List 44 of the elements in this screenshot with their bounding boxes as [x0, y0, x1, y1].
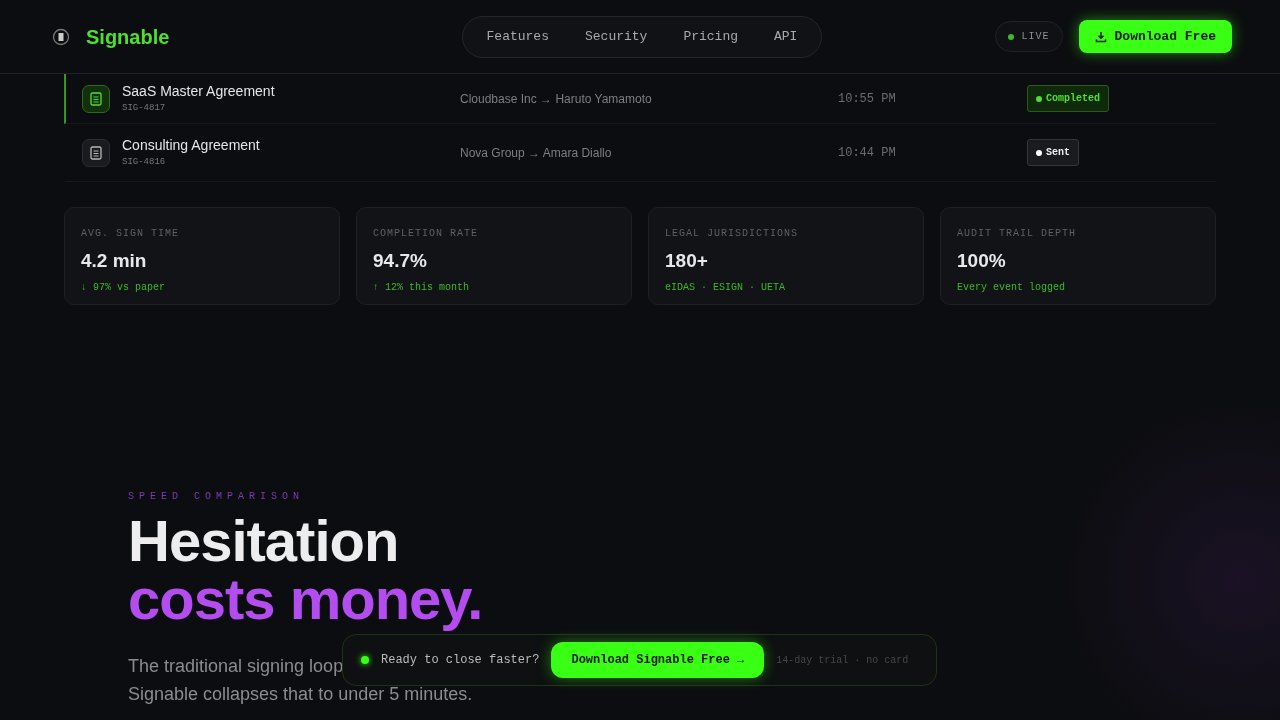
stat-note: eIDAS · ESIGN · UETA [665, 280, 787, 295]
brand-name[interactable]: Signable [86, 21, 170, 52]
heading: Hesitation [128, 512, 400, 570]
document-title: SaaS Master Agreement [122, 82, 276, 102]
document-id: SIG-4816 [122, 156, 167, 170]
download-button[interactable]: Download Free [1078, 19, 1232, 54]
document-icon [82, 84, 110, 113]
document-parties: Nova Group → Amara Diallo [460, 144, 613, 162]
stat-value: 4.2 min [81, 249, 148, 273]
nav-link[interactable]: Pricing [665, 26, 756, 47]
stat-note: ↑ 12% this month [373, 280, 470, 295]
arrow-icon: → [737, 653, 745, 667]
stat-note: ↓ 97% vs paper [81, 280, 166, 295]
section-eyebrow: SPEED COMPARISON [128, 490, 305, 504]
status-badge: Completed [1027, 85, 1109, 112]
stat-label: LEGAL JURISDICTIONS [665, 227, 800, 241]
status-badge: Sent [1027, 139, 1079, 166]
document-time: 10:55 PM [838, 90, 897, 108]
body-text: Signable collapses that to under 5 minutes. [128, 683, 473, 706]
status-dot [361, 656, 369, 664]
document-parties: Cloudbase Inc → Haruto Yamamoto [460, 90, 653, 108]
cta-prompt: Ready to close faster? [381, 652, 540, 669]
stat-value: 100% [957, 249, 1007, 273]
body-text: The traditional signing loop [128, 655, 344, 678]
stat-label: AVG. SIGN TIME [81, 227, 180, 241]
live-dot [1007, 33, 1014, 40]
live-label: LIVE [1021, 30, 1050, 44]
document-title: Consulting Agreement [122, 136, 261, 156]
document-time: 10:44 PM [838, 144, 897, 162]
download-icon [1094, 30, 1107, 43]
stat-label: COMPLETION RATE [373, 227, 479, 241]
stat-note: Every event logged [957, 280, 1067, 295]
document-icon [82, 138, 110, 167]
stat-label: AUDIT TRAIL DEPTH [957, 227, 1078, 241]
download-cta-button[interactable]: Download Signable Free → [551, 642, 765, 678]
document-id: SIG-4817 [122, 102, 167, 116]
stat-value: 94.7% [373, 249, 428, 273]
document-row[interactable]: Consulting Agreement SIG-4816 Nova Group → Amara Diallo 10:44 PM Sent [64, 124, 1216, 182]
nav-link[interactable]: Security [567, 26, 666, 47]
stat-value: 180+ [665, 249, 709, 273]
logo-icon [52, 27, 70, 46]
document-row[interactable]: SaaS Master Agreement SIG-4817 Cloudbase Inc → Haruto Yamamoto 10:55 PM Completed [64, 74, 1216, 124]
nav-link[interactable]: API [756, 26, 816, 47]
nav-link[interactable]: Features [468, 26, 567, 47]
